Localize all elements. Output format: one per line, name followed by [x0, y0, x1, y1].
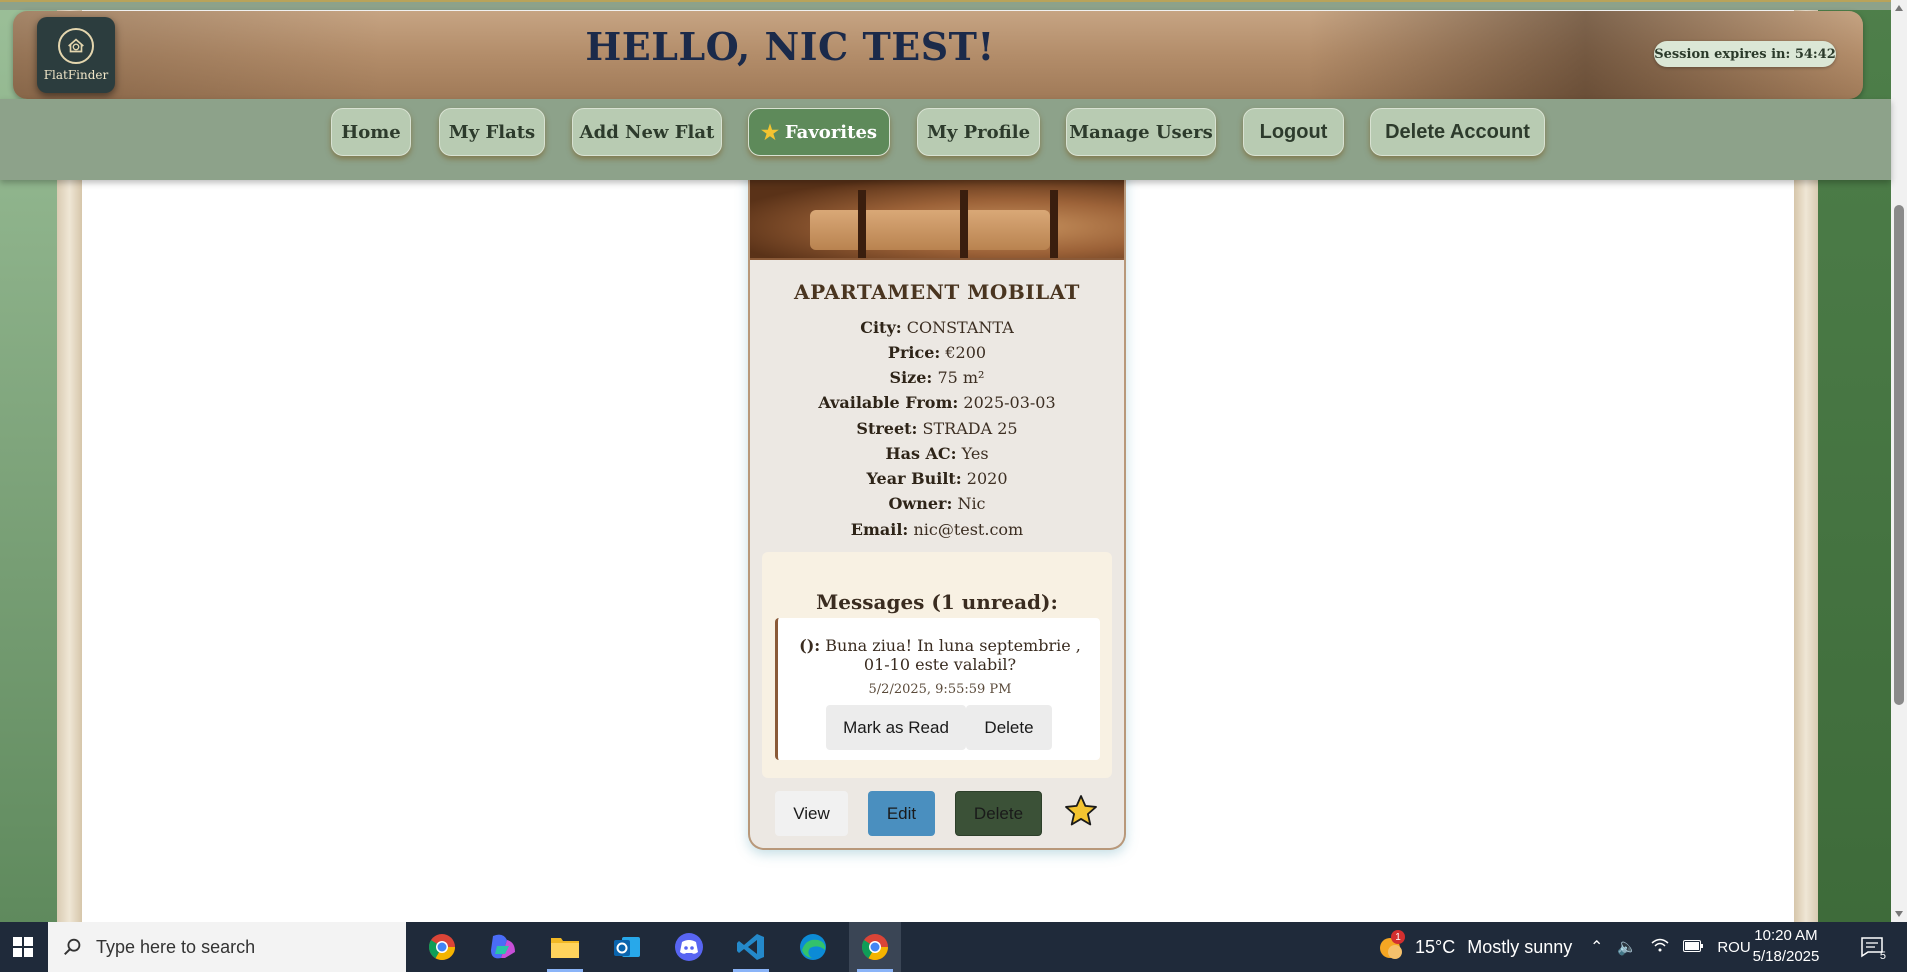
- flat-field-year-built: Year Built: 2020: [866, 469, 1008, 488]
- outlook-icon[interactable]: [601, 922, 653, 972]
- system-tray: ⌃ 🔈 ROU: [1590, 922, 1751, 972]
- edit-flat-button[interactable]: Edit: [868, 791, 935, 836]
- m365-copilot-icon[interactable]: [477, 922, 529, 972]
- weather-sun-icon: 1: [1375, 930, 1405, 962]
- nav-home[interactable]: Home: [331, 108, 411, 156]
- windows-icon: [13, 937, 33, 957]
- flat-title: APARTAMENT MOBILAT: [794, 280, 1080, 304]
- bed-shape: [810, 210, 1050, 250]
- flat-field-price: Price: €200: [887, 343, 987, 362]
- nav-my-profile[interactable]: My Profile: [917, 108, 1040, 156]
- taskbar-clock[interactable]: 10:20 AM 5/18/2025: [1746, 925, 1826, 967]
- taskbar-search-box[interactable]: Type here to search: [48, 922, 406, 972]
- logo-text: FlatFinder: [43, 68, 109, 82]
- chevron-up-icon[interactable]: ⌃: [1590, 937, 1603, 957]
- flat-field-city: City: CONSTANTA: [860, 318, 1014, 337]
- flat-field-email: Email: nic@test.com: [850, 520, 1024, 539]
- nav-delete-account[interactable]: Delete Account: [1370, 108, 1545, 156]
- file-explorer-icon[interactable]: [539, 922, 591, 972]
- scroll-up-icon[interactable]: [1895, 5, 1903, 11]
- flat-field-owner: Owner: Nic: [888, 494, 986, 513]
- clock-date: 5/18/2025: [1752, 948, 1820, 965]
- message-sender: ():: [799, 636, 821, 655]
- flat-field-street: Street: STRADA 25: [856, 419, 1018, 438]
- battery-icon[interactable]: [1683, 939, 1704, 956]
- mark-as-read-button[interactable]: Mark as Read: [826, 705, 966, 750]
- vscode-icon[interactable]: [725, 922, 777, 972]
- bed-post: [960, 190, 968, 258]
- discord-icon[interactable]: [663, 922, 715, 972]
- volume-icon[interactable]: 🔈: [1617, 937, 1637, 957]
- message-text: (): Buna ziua! In luna septembrie , 01-1…: [790, 636, 1090, 674]
- message-body: Buna ziua! In luna septembrie , 01-10 es…: [825, 636, 1081, 674]
- page-title: HELLO, NIC TEST!: [585, 24, 995, 69]
- page-scrollbar[interactable]: [1891, 0, 1907, 922]
- nav-add-new-flat[interactable]: Add New Flat: [572, 108, 722, 156]
- session-timer-badge: Session expires in: 54:42: [1654, 41, 1836, 67]
- edge-icon[interactable]: [787, 922, 839, 972]
- top-accent-bar: [0, 0, 1891, 10]
- flat-field-size: Size: 75 m²: [889, 368, 985, 387]
- weather-description: Mostly sunny: [1467, 936, 1573, 957]
- flat-image: [750, 180, 1124, 260]
- search-icon: [64, 938, 81, 956]
- weather-alert-badge: 1: [1391, 930, 1405, 944]
- chrome-icon[interactable]: [416, 922, 468, 972]
- weather-widget[interactable]: 1 15°C Mostly sunny: [1375, 922, 1575, 972]
- house-magnifier-icon: [58, 28, 94, 64]
- scroll-down-icon[interactable]: [1895, 911, 1903, 917]
- nav-logout[interactable]: Logout: [1243, 108, 1344, 156]
- chrome-profile-icon[interactable]: [849, 922, 901, 972]
- scroll-thumb[interactable]: [1894, 205, 1904, 705]
- search-placeholder: Type here to search: [96, 936, 256, 957]
- flat-field-has-ac: Has AC: Yes: [885, 444, 989, 463]
- message-timestamp: 5/2/2025, 9:55:59 PM: [868, 682, 1012, 697]
- nav-manage-users[interactable]: Manage Users: [1066, 108, 1216, 156]
- notification-center-icon[interactable]: 5: [1852, 922, 1892, 972]
- bed-post: [858, 190, 866, 258]
- nav-my-flats[interactable]: My Flats: [439, 108, 545, 156]
- flat-field-available-from: Available From: 2025-03-03: [818, 393, 1056, 412]
- view-flat-button[interactable]: View: [775, 791, 848, 836]
- weather-temp: 15°C: [1415, 936, 1456, 957]
- notification-count: 5: [1879, 950, 1886, 962]
- nav-favorites-label: Favorites: [784, 121, 878, 143]
- start-button[interactable]: [0, 922, 46, 972]
- flatfinder-logo[interactable]: FlatFinder: [37, 17, 115, 93]
- clock-time: 10:20 AM: [1754, 927, 1818, 944]
- delete-flat-button[interactable]: Delete: [955, 791, 1042, 836]
- wifi-icon[interactable]: [1651, 937, 1669, 957]
- star-icon: ★: [760, 120, 779, 144]
- bed-post: [1050, 190, 1058, 258]
- favorite-star-icon[interactable]: [1062, 792, 1100, 830]
- delete-message-button[interactable]: Delete: [966, 705, 1052, 750]
- messages-title: Messages (1 unread):: [816, 590, 1058, 614]
- nav-favorites[interactable]: ★ Favorites: [748, 108, 890, 156]
